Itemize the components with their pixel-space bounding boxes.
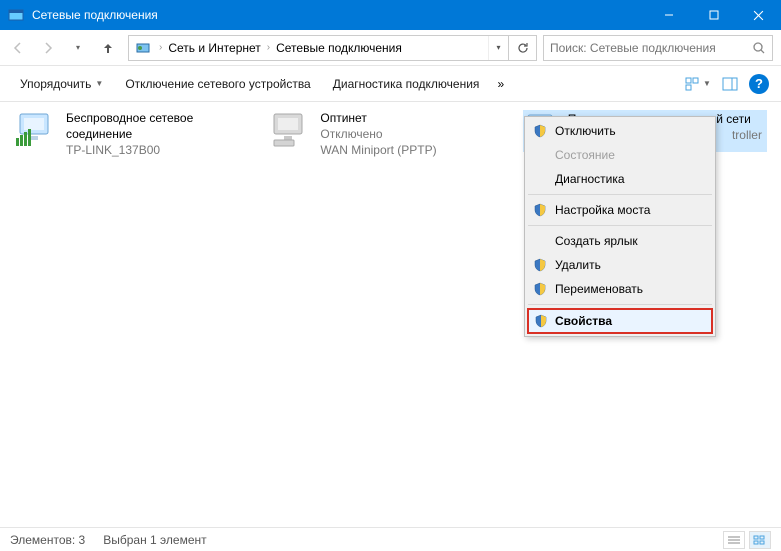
status-count: Элементов: 3	[10, 533, 85, 547]
context-menu: Отключить Состояние Диагностика Настройк…	[524, 116, 716, 337]
shield-icon	[533, 203, 547, 217]
connection-name: Оптинет	[320, 110, 436, 126]
menu-separator	[528, 194, 712, 195]
toolbar-overflow[interactable]: »	[493, 73, 508, 95]
menu-state: Состояние	[527, 143, 713, 167]
menu-properties[interactable]: Свойства	[527, 308, 713, 334]
navbar: ▾ › Сеть и Интернет › Сетевые подключени…	[0, 30, 781, 66]
menu-delete[interactable]: Удалить	[527, 253, 713, 277]
search-input[interactable]	[544, 41, 746, 55]
connection-item-wireless[interactable]: Беспроводное сетевое соединение TP-LINK_…	[14, 110, 248, 158]
menu-separator	[528, 304, 712, 305]
shield-icon	[533, 258, 547, 272]
connection-status: Отключено	[320, 126, 436, 142]
minimize-button[interactable]	[646, 0, 691, 30]
shield-icon	[533, 282, 547, 296]
view-icons-button[interactable]	[749, 531, 771, 549]
menu-bridge[interactable]: Настройка моста	[527, 198, 713, 222]
view-options-button[interactable]: ▼	[685, 71, 711, 97]
connection-name: Беспроводное сетевое соединение	[66, 110, 248, 142]
maximize-button[interactable]	[691, 0, 736, 30]
address-dropdown[interactable]: ▾	[488, 36, 508, 60]
menu-rename[interactable]: Переименовать	[527, 277, 713, 301]
shield-icon	[534, 314, 548, 328]
back-button[interactable]	[4, 34, 32, 62]
search-icon[interactable]	[746, 36, 772, 60]
menu-disable[interactable]: Отключить	[527, 119, 713, 143]
network-icon	[14, 110, 58, 150]
titlebar: Сетевые подключения	[0, 0, 781, 30]
app-icon	[8, 7, 24, 23]
organize-button[interactable]: Упорядочить ▼	[12, 73, 111, 95]
breadcrumb-level2[interactable]: Сетевые подключения	[272, 41, 406, 55]
menu-separator	[528, 225, 712, 226]
shield-icon	[533, 124, 547, 138]
toolbar: Упорядочить ▼ Отключение сетевого устрой…	[0, 66, 781, 102]
breadcrumb-separator: ›	[157, 42, 164, 53]
connection-item-optinet[interactable]: Оптинет Отключено WAN Miniport (PPTP)	[268, 110, 502, 158]
help-button[interactable]: ?	[749, 74, 769, 94]
location-icon	[135, 40, 151, 56]
menu-diagnose[interactable]: Диагностика	[527, 167, 713, 191]
status-selection: Выбран 1 элемент	[103, 533, 206, 547]
search-box[interactable]	[543, 35, 773, 61]
breadcrumb-separator: ›	[265, 42, 272, 53]
refresh-button[interactable]	[508, 36, 536, 60]
connection-detail: WAN Miniport (PPTP)	[320, 142, 436, 158]
window-title: Сетевые подключения	[32, 8, 646, 22]
statusbar: Элементов: 3 Выбран 1 элемент	[0, 527, 781, 551]
connection-status: TP-LINK_137B00	[66, 142, 248, 158]
network-icon	[268, 110, 312, 150]
disable-device-button[interactable]: Отключение сетевого устройства	[117, 73, 318, 95]
recent-dropdown[interactable]: ▾	[64, 34, 92, 62]
view-details-button[interactable]	[723, 531, 745, 549]
up-button[interactable]	[94, 34, 122, 62]
close-button[interactable]	[736, 0, 781, 30]
address-bar[interactable]: › Сеть и Интернет › Сетевые подключения …	[128, 35, 537, 61]
content-area: Беспроводное сетевое соединение TP-LINK_…	[0, 102, 781, 527]
preview-pane-button[interactable]	[717, 71, 743, 97]
forward-button[interactable]	[34, 34, 62, 62]
diagnose-button[interactable]: Диагностика подключения	[325, 73, 488, 95]
breadcrumb-level1[interactable]: Сеть и Интернет	[164, 41, 264, 55]
menu-shortcut[interactable]: Создать ярлык	[527, 229, 713, 253]
